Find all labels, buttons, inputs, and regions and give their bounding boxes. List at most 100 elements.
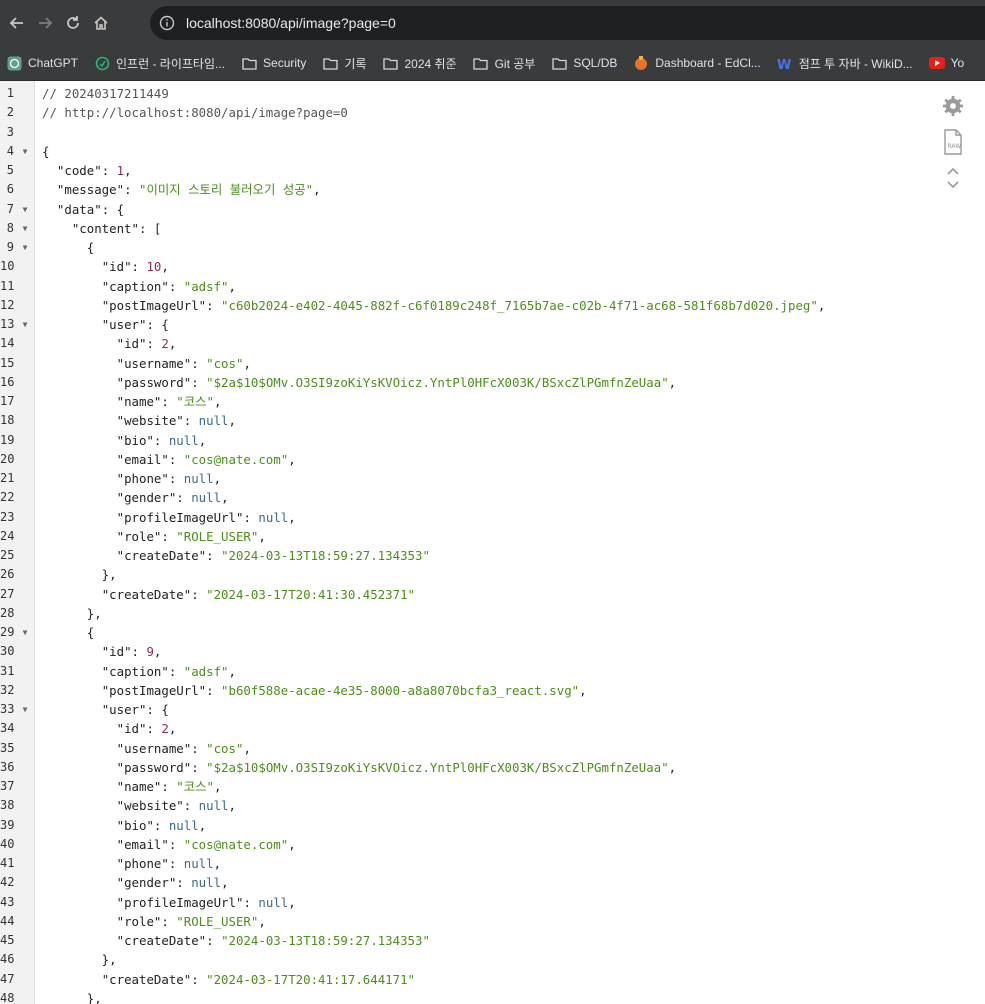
json-line: 46 }, [0, 950, 985, 969]
code-token: : [161, 779, 177, 794]
line-code: "gender": null, [42, 488, 229, 507]
json-line: 36 "password": "$2a$10$OMv.O3SI9zoKiYsKV… [0, 758, 985, 777]
code-token: : [191, 586, 207, 602]
code-token: "cos" [206, 740, 244, 756]
svg-text:RAW: RAW [948, 143, 962, 150]
json-line: 41 "phone": null, [0, 854, 985, 873]
code-token: "phone" [116, 856, 169, 871]
json-line: 16 "password": "$2a$10$OMv.O3SI9zoKiYsKV… [0, 373, 985, 392]
json-line: 4 ▼ { [0, 142, 985, 161]
code-token: : [131, 644, 147, 660]
line-number: 20 [0, 451, 15, 466]
bookmark-item[interactable]: SQL/DB [551, 55, 617, 71]
expand-collapse-icon[interactable] [941, 165, 965, 191]
code-token: , [288, 836, 296, 852]
code-token: : [ [138, 220, 162, 236]
code-token: : [206, 682, 222, 698]
home-button[interactable] [90, 12, 112, 34]
line-number: 13 [0, 317, 15, 331]
json-line: 18 "website": null, [0, 411, 985, 430]
line-number: 32 [0, 682, 15, 697]
json-line: 31 "caption": "adsf", [0, 662, 985, 681]
code-token: , [153, 644, 162, 660]
code-token: 2 [161, 721, 169, 737]
fold-toggle-icon[interactable]: ▼ [20, 219, 30, 238]
code-token: null [191, 490, 222, 506]
code-token: , [288, 509, 296, 525]
code-token: , [313, 182, 321, 198]
bookmark-item[interactable]: Dashboard - EdCl... [633, 55, 761, 71]
json-line: 15 "username": "cos", [0, 354, 985, 373]
line-number: 30 [0, 644, 15, 659]
line-code: }, [42, 950, 117, 969]
code-token: "id" [116, 336, 147, 352]
bookmark-label: 점프 투 자바 - WikiD... [798, 56, 913, 71]
code-token: "code" [56, 163, 102, 178]
url-text[interactable]: localhost:8080/api/image?page=0 [186, 15, 396, 31]
site-info-icon[interactable] [158, 14, 176, 32]
line-code: "profileImageUrl": null, [42, 508, 296, 527]
code-token: : [168, 278, 184, 294]
gear-icon[interactable] [941, 93, 965, 119]
line-code: "bio": null, [42, 431, 207, 450]
fold-toggle-icon[interactable]: ▼ [20, 315, 30, 334]
bookmark-item[interactable]: Security [241, 55, 306, 71]
chatgpt-icon [6, 55, 22, 71]
code-token: : [191, 971, 207, 987]
json-line: 7 ▼ "data": { [0, 200, 985, 219]
line-number: 10 [0, 259, 15, 274]
line-code: }, [42, 565, 117, 584]
json-viewer: 1 // 20240317211449 2 // http://localhost:8… [0, 81, 985, 1004]
json-line: 35 "username": "cos", [0, 739, 985, 758]
line-code: "password": "$2a$10$OMv.O3SI9zoKiYsKVOic… [42, 758, 677, 777]
fold-toggle-icon[interactable]: ▼ [20, 142, 30, 161]
back-button[interactable] [6, 12, 28, 34]
json-line: 32 "postImageUrl": "b60f588e-acae-4e35-8… [0, 681, 985, 700]
code-token: "content" [71, 220, 139, 236]
line-code: }, [42, 989, 102, 1004]
line-number: 25 [0, 548, 15, 562]
bookmark-item[interactable]: Yo [928, 55, 964, 71]
bookmark-item[interactable]: W 점프 투 자바 - WikiD... [777, 55, 913, 72]
raw-file-icon[interactable]: RAW [941, 129, 965, 155]
json-line: 27 "createDate": "2024-03-17T20:41:30.45… [0, 585, 985, 604]
forward-button[interactable] [34, 12, 56, 34]
fold-toggle-icon[interactable]: ▼ [20, 623, 30, 642]
code-token: null [191, 875, 222, 891]
json-line: 3 [0, 123, 985, 142]
code-token: , [228, 663, 236, 679]
code-token: : [161, 913, 177, 929]
code-token: "bio" [116, 817, 154, 833]
line-code: "user": { [42, 700, 169, 719]
fold-toggle-icon[interactable]: ▼ [20, 700, 30, 719]
wikidocs-icon: W [777, 55, 793, 71]
address-bar[interactable]: localhost:8080/api/image?page=0 [150, 6, 985, 40]
code-token: , [161, 259, 169, 275]
viewer-tools: RAW [941, 93, 965, 201]
fold-toggle-icon[interactable]: ▼ [20, 238, 30, 257]
reload-button[interactable] [62, 12, 84, 34]
code-token: "2024-03-17T20:41:30.452371" [206, 586, 416, 602]
fold-toggle-icon[interactable]: ▼ [20, 200, 30, 219]
line-number: 9 [6, 240, 14, 254]
bookmark-item[interactable]: ChatGPT [6, 55, 78, 71]
line-code: "gender": null, [42, 873, 229, 892]
code-token: : [243, 894, 259, 910]
code-token: }, [42, 990, 102, 1004]
line-number: 1 [6, 86, 14, 100]
bookmark-item[interactable]: 인프런 - 라이프타임... [94, 55, 225, 72]
line-code: "message": "이미지 스토리 불러오기 성공", [42, 180, 321, 199]
bookmark-item[interactable]: Git 공부 [473, 55, 535, 72]
json-line: 2 // http://localhost:8080/api/image?page… [0, 103, 985, 122]
bookmark-item[interactable]: 기록 [322, 55, 366, 72]
bookmark-item[interactable]: 2024 취준 [382, 55, 457, 72]
line-number: 6 [6, 182, 14, 197]
